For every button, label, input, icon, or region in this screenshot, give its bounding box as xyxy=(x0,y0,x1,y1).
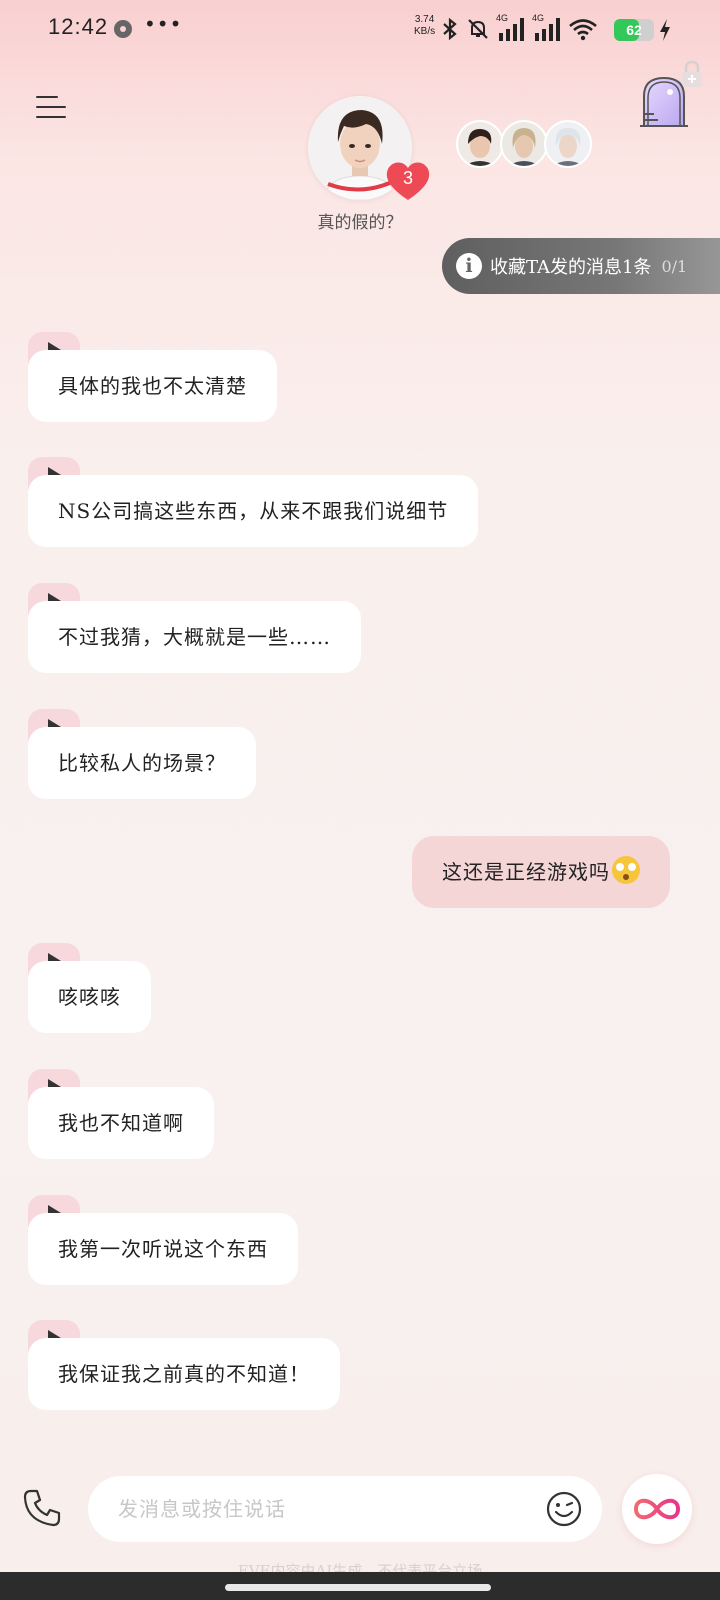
lock-icon xyxy=(682,60,702,87)
message-bubble[interactable]: NS公司搞这些东西，从来不跟我们说细节 xyxy=(28,475,479,547)
character-name: 真的假的？ xyxy=(317,213,403,233)
battery-level: 62 xyxy=(626,22,642,38)
companion-avatar-2[interactable] xyxy=(500,120,548,168)
message-input[interactable]: 发消息或按住说话 xyxy=(88,1476,602,1542)
message-bubble[interactable]: 咳咳咳 xyxy=(28,961,151,1033)
status-more-indicator: ••• xyxy=(144,12,183,36)
home-indicator[interactable] xyxy=(225,1584,491,1591)
status-bar: 12:42 ••• 3.74 KB/s 4G 4G 62 xyxy=(0,0,720,60)
collect-banner-text: 收藏TA发的消息1条 xyxy=(490,257,652,278)
info-icon: i xyxy=(456,253,482,279)
wifi-icon xyxy=(569,19,597,41)
flushed-face-emoji-icon xyxy=(612,856,640,884)
network-speed: 3.74 KB/s xyxy=(414,14,435,38)
status-icons: 4G 4G xyxy=(440,13,598,44)
message-bubble[interactable]: 比较私人的场景？ xyxy=(28,727,256,799)
status-time: 12:42 xyxy=(48,14,109,39)
collect-banner-count: 0/1 xyxy=(661,256,688,276)
phone-icon[interactable] xyxy=(22,1488,62,1528)
signal-icon xyxy=(535,18,560,41)
message-bubble[interactable]: 我也不知道啊 xyxy=(28,1087,214,1159)
companion-avatar-3[interactable] xyxy=(544,120,592,168)
menu-icon[interactable] xyxy=(36,94,66,120)
signal-1: 4G xyxy=(496,13,526,43)
notification-app-icon xyxy=(114,20,132,38)
message-input-placeholder: 发消息或按住说话 xyxy=(118,1497,286,1521)
battery-indicator: 62 xyxy=(614,19,654,41)
user-message-bubble[interactable]: 这还是正经游戏吗 xyxy=(412,836,670,908)
network-speed-value: 3.74 xyxy=(414,14,435,25)
bolt-icon xyxy=(660,19,670,41)
network-speed-unit: KB/s xyxy=(414,26,436,37)
signal-icon xyxy=(499,18,524,41)
message-bubble[interactable]: 我第一次听说这个东西 xyxy=(28,1213,298,1285)
signal-2: 4G xyxy=(532,13,562,43)
mute-icon xyxy=(468,19,488,39)
message-bubble[interactable]: 具体的我也不太清楚 xyxy=(28,350,277,422)
collect-message-banner[interactable]: i 收藏TA发的消息1条 0/1 xyxy=(442,238,720,294)
message-bubble[interactable]: 不过我猜，大概就是一些…… xyxy=(28,601,361,673)
infinity-icon xyxy=(633,1498,681,1520)
infinity-button[interactable] xyxy=(622,1474,692,1544)
user-message-text: 这还是正经游戏吗 xyxy=(442,860,610,884)
message-bubble[interactable]: 我保证我之前真的不知道！ xyxy=(28,1338,340,1410)
bluetooth-icon xyxy=(443,17,457,41)
emoji-icon[interactable] xyxy=(546,1491,582,1527)
companion-avatar-1[interactable] xyxy=(456,120,504,168)
heart-count: 3 xyxy=(402,168,413,188)
